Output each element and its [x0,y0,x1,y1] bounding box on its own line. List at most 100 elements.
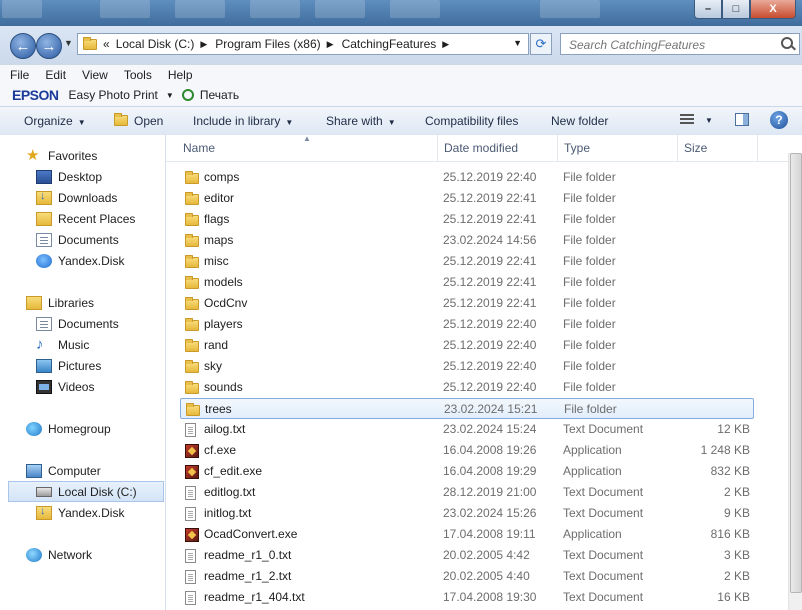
nav-network[interactable]: Network [26,544,92,565]
file-row[interactable]: sounds 25.12.2019 22:40 File folder [180,377,754,398]
chevron-down-icon[interactable]: ▼ [166,91,174,100]
view-dropdown-icon[interactable]: ▼ [705,116,713,125]
close-button[interactable]: X [750,0,796,19]
file-date-modified: 25.12.2019 22:40 [443,317,537,331]
column-header-date[interactable]: Date modified [444,141,518,155]
include-in-library-button[interactable]: Include in library ▼ [193,114,293,128]
nav-local-disk[interactable]: Local Disk (C:) [8,481,164,502]
address-bar[interactable]: « Local Disk (C:) ▶ Program Files (x86) … [77,33,529,55]
column-header-type[interactable]: Type [564,141,590,155]
file-row[interactable]: maps 23.02.2024 14:56 File folder [180,230,754,251]
nav-library-pictures[interactable]: Pictures [36,355,101,376]
folder-icon [186,403,200,416]
organize-button[interactable]: Organize ▼ [24,114,86,128]
file-row[interactable]: cf_edit.exe 16.04.2008 19:29 Application 83… [180,461,754,482]
chevron-down-icon: ▼ [387,118,396,127]
forward-button[interactable]: → [36,33,62,59]
address-dropdown-icon[interactable]: ▼ [513,38,522,48]
file-row[interactable]: initlog.txt 23.02.2024 15:26 Text Document… [180,503,754,524]
share-with-button[interactable]: Share with ▼ [326,114,396,128]
file-row[interactable]: readme_r1_0.txt 20.02.2005 4:42 Text Docum… [180,545,754,566]
file-row[interactable]: trees 23.02.2024 15:21 File folder [180,398,754,419]
file-date-modified: 20.02.2005 4:42 [443,548,530,562]
file-row[interactable]: readme_r1_404.txt 17.04.2008 19:30 Text Do… [180,587,754,608]
breadcrumb-chevron-icon[interactable]: ▶ [200,39,207,50]
file-row[interactable]: editor 25.12.2019 22:41 File folder [180,188,754,209]
nav-yandex-disk-favorite[interactable]: Yandex.Disk [36,250,124,271]
file-row[interactable]: comps 25.12.2019 22:40 File folder [180,167,754,188]
file-type: File folder [563,275,616,289]
file-icon-slot [185,213,199,229]
nav-downloads[interactable]: Downloads [36,187,117,208]
file-type: Text Document [563,506,644,520]
file-type: Text Document [563,422,644,436]
recent-pages-dropdown[interactable]: ▼ [64,38,73,48]
new-folder-button[interactable]: New folder [551,114,608,128]
file-row[interactable]: players 25.12.2019 22:40 File folder [180,314,754,335]
search-box[interactable] [560,33,800,55]
taskbar-blur [2,0,42,18]
file-name: flags [204,212,230,226]
open-button[interactable]: Open [114,113,163,128]
file-row[interactable]: editlog.txt 28.12.2019 21:00 Text Document… [180,482,754,503]
file-date-modified: 25.12.2019 22:41 [443,191,537,205]
file-row[interactable]: flags 25.12.2019 22:41 File folder [180,209,754,230]
file-row[interactable]: OcadConvert.exe 17.04.2008 19:11 Applicati… [180,524,754,545]
view-options-icon[interactable] [680,114,694,126]
column-divider[interactable] [677,135,678,161]
breadcrumb-catchingfeatures[interactable]: CatchingFeatures [342,37,437,51]
nav-library-documents[interactable]: Documents [36,313,119,334]
nav-homegroup[interactable]: Homegroup [26,418,111,439]
organize-label: Organize [24,114,73,128]
menu-edit[interactable]: Edit [45,68,66,82]
vertical-scrollbar[interactable] [788,153,802,610]
menu-help[interactable]: Help [168,68,193,82]
file-row[interactable]: ailog.txt 23.02.2024 15:24 Text Document 12… [180,419,754,440]
print-icon[interactable] [181,89,194,101]
breadcrumb-program-files[interactable]: Program Files (x86) [215,37,320,51]
nav-documents-favorite[interactable]: Documents [36,229,119,250]
file-icon-slot [185,486,196,503]
help-icon[interactable]: ? [770,111,788,129]
column-header-name[interactable]: Name [183,141,215,155]
file-row[interactable]: models 25.12.2019 22:41 File folder [180,272,754,293]
file-row[interactable]: rand 25.12.2019 22:40 File folder [180,335,754,356]
file-row[interactable]: sky 25.12.2019 22:40 File folder [180,356,754,377]
preview-pane-icon[interactable] [735,113,749,126]
print-button[interactable]: Печать [200,88,239,102]
nav-library-videos[interactable]: Videos [36,376,94,397]
nav-recent-places[interactable]: Recent Places [36,208,135,229]
file-row[interactable]: readme_r1_2.txt 20.02.2005 4:40 Text Docum… [180,566,754,587]
menu-tools[interactable]: Tools [124,68,152,82]
file-name: readme_r1_2.txt [204,569,292,583]
column-divider[interactable] [757,135,758,161]
nav-yandex-disk-computer[interactable]: Yandex.Disk [36,502,124,523]
scrollbar-thumb[interactable] [790,153,802,593]
column-header-size[interactable]: Size [684,141,707,155]
nav-library-music[interactable]: ♪ Music [36,334,89,355]
breadcrumb-overflow[interactable]: « [103,37,110,51]
breadcrumb-chevron-icon[interactable]: ▶ [327,39,334,50]
back-button[interactable]: ← [10,33,36,59]
nav-desktop[interactable]: Desktop [36,166,102,187]
search-icon[interactable] [781,37,793,49]
file-row[interactable]: misc 25.12.2019 22:41 File folder [180,251,754,272]
easy-photo-print-button[interactable]: Easy Photo Print [69,88,158,102]
nav-libraries[interactable]: Libraries [26,292,94,313]
breadcrumb-local-disk[interactable]: Local Disk (C:) [116,37,195,51]
nav-favorites[interactable]: ★ Favorites [26,145,97,166]
breadcrumb-chevron-icon[interactable]: ▶ [442,39,449,50]
column-divider[interactable] [437,135,438,161]
search-input[interactable] [567,35,781,55]
file-row[interactable]: cf.exe 16.04.2008 19:26 Application 1 248 K… [180,440,754,461]
refresh-button[interactable]: ⟳ [530,33,552,55]
column-divider[interactable] [557,135,558,161]
nav-computer[interactable]: Computer [26,460,101,481]
file-name: maps [204,233,234,247]
maximize-button[interactable]: □ [722,0,750,19]
menu-file[interactable]: File [10,68,29,82]
minimize-button[interactable]: – [694,0,722,19]
file-row[interactable]: OcdCnv 25.12.2019 22:41 File folder [180,293,754,314]
compatibility-files-button[interactable]: Compatibility files [425,114,518,128]
menu-view[interactable]: View [82,68,108,82]
